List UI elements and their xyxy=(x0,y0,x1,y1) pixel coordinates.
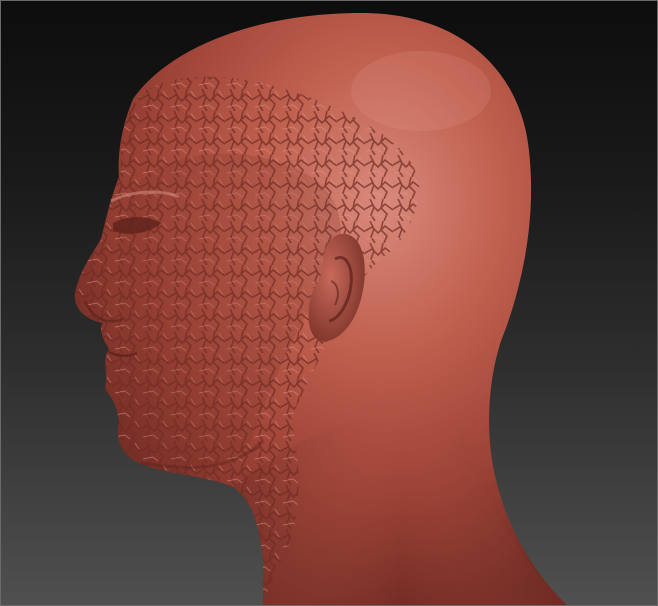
scalp-highlight xyxy=(351,51,491,131)
3d-viewport[interactable] xyxy=(0,0,658,606)
sculpt-model[interactable] xyxy=(1,1,658,606)
